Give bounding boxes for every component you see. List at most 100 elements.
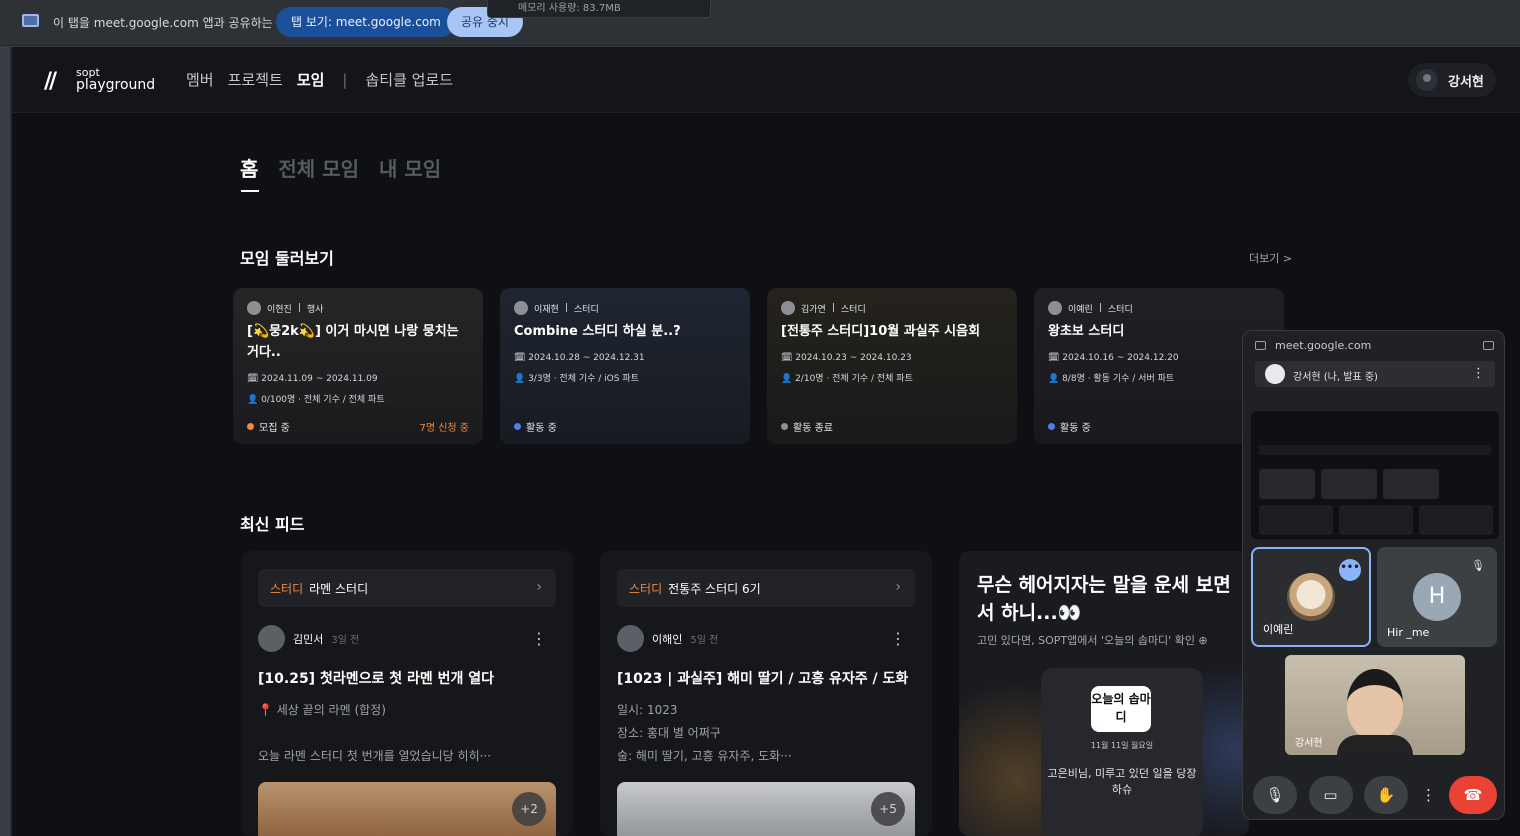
avatar — [258, 625, 285, 652]
feed-group-chip[interactable]: 스터디 전통주 스터디 6기 › — [617, 569, 915, 607]
card-title: [전통주 스터디]10월 과실주 시음회 — [781, 324, 981, 339]
participant-name: Hir _me — [1387, 626, 1430, 639]
top-navigation: // sopt playground 멤버 프로젝트 모임 | 솝티클 업로드 … — [12, 47, 1520, 113]
group-card[interactable]: 이재현 | 스터디 Combine 스터디 하실 분..? 🗓 2024.10.28… — [500, 288, 750, 444]
screen-share-icon — [22, 14, 39, 27]
feed-card[interactable]: 스터디 라멘 스터디 › 김민서 3일 전 ⋮ [10.25] 첫라멘으로 첫 라멘 … — [241, 551, 573, 836]
more-options-icon[interactable]: ⋮ — [1420, 776, 1438, 814]
meet-pip-window: meet.google.com 강서현 (나, 발표 중) ⋮ ••• 이예린 … — [1242, 330, 1505, 820]
card-dates: 🗓 2024.11.09 ~ 2024.11.09 — [247, 374, 378, 384]
more-options-icon[interactable]: ⋮ — [890, 629, 906, 648]
avatar — [617, 625, 644, 652]
avatar: H — [1413, 573, 1461, 621]
status-badge: 활동 중 — [514, 419, 557, 434]
avatar — [514, 301, 528, 315]
status-badge: 활동 중 — [1048, 419, 1091, 434]
feed-author: 이해인 5일 전 — [617, 625, 718, 652]
feed-section-title: 최신 피드 — [240, 515, 305, 534]
mic-icon[interactable]: 🎙 — [1253, 776, 1297, 814]
promo-banner[interactable]: 무슨 헤어지자는 말을 운세 보면서 하니...👀 고민 있다면, SOPT앱에… — [959, 551, 1249, 836]
site-settings-icon — [1255, 341, 1266, 350]
user-profile-button[interactable]: 강서현 — [1408, 63, 1496, 97]
self-camera-tile: 강서현 — [1285, 655, 1465, 755]
feed-line: 술: 해미 딸기, 고흥 유자주, 도화··· — [617, 749, 792, 763]
group-card[interactable]: 이현진 | 행사 [💫뭉2k💫] 이거 마시면 나랑 뭉치는 거다.. 🗓 2024… — [233, 288, 483, 444]
promo-badge: 오늘의 솝마디 — [1091, 686, 1151, 732]
feed-line: 📍 세상 끝의 라멘 (합정) — [258, 703, 386, 717]
tab-my-groups[interactable]: 내 모임 — [379, 153, 441, 182]
feed-line: 장소: 홍대 별 어쩌구 — [617, 726, 721, 740]
card-author: 이현진 — [267, 304, 292, 315]
card-title: [💫뭉2k💫] 이거 마시면 나랑 뭉치는 거다.. — [247, 324, 459, 360]
avatar — [781, 301, 795, 315]
card-category: 스터디 — [573, 304, 599, 315]
feed-author: 김민서 3일 전 — [258, 625, 359, 652]
promo-message: 고은비님, 미루고 있던 일을 당장 하슈 — [1047, 767, 1197, 796]
card-dates: 🗓 2024.10.16 ~ 2024.12.20 — [1048, 353, 1179, 363]
participant-tile[interactable]: ••• 이예린 — [1251, 547, 1371, 647]
card-dates: 🗓 2024.10.28 ~ 2024.12.31 — [514, 353, 645, 363]
nav-item-members[interactable]: 멤버 — [186, 69, 214, 90]
logo-text-bottom: playground — [76, 77, 156, 93]
card-category: 스터디 — [1107, 304, 1133, 315]
groups-section-title: 모임 둘러보기 — [240, 249, 334, 268]
more-photos-badge: +2 — [512, 792, 546, 826]
self-name: 강서현 — [1295, 738, 1323, 749]
card-title: 왕초보 스터디 — [1048, 324, 1125, 339]
nav-item-projects[interactable]: 프로젝트 — [228, 69, 283, 90]
feed-title: [10.25] 첫라멘으로 첫 라멘 번개 열다 — [258, 671, 495, 687]
feed-card[interactable]: 스터디 전통주 스터디 6기 › 이해인 5일 전 ⋮ [1023 | 과실주] 해미… — [600, 551, 932, 836]
participant-tile[interactable]: H 🎙 Hir _me — [1377, 547, 1497, 647]
nav-item-upload[interactable]: 솝티클 업로드 — [365, 69, 453, 90]
feed-group-chip[interactable]: 스터디 라멘 스터디 › — [258, 569, 556, 607]
promo-subtitle: 고민 있다면, SOPT앱에서 '오늘의 솝마디' 확인 ⊕ — [977, 634, 1208, 647]
more-options-icon[interactable]: ⋮ — [1472, 366, 1485, 381]
avatar — [1048, 301, 1062, 315]
tab-sharing-bar: 이 탭을 meet.google.com 앱과 공유하는 중 탭 보기: mee… — [0, 0, 1520, 46]
feed-photo[interactable]: +5 — [617, 782, 915, 836]
group-tabs: 홈 전체 모임 내 모임 — [240, 153, 441, 192]
card-title: Combine 스터디 하실 분..? — [514, 324, 681, 339]
mic-off-icon: 🎙 — [1471, 559, 1485, 572]
card-category: 스터디 — [840, 304, 866, 315]
more-options-icon[interactable]: ⋮ — [531, 629, 547, 648]
promo-date: 11월 11일 월요일 — [1090, 741, 1154, 750]
end-call-icon[interactable]: ☎ — [1449, 776, 1497, 814]
avatar — [1287, 573, 1335, 621]
card-members: 👤 8/8명 · 활동 기수 / 서버 파트 — [1048, 374, 1175, 384]
camera-icon[interactable]: ▭ — [1308, 776, 1353, 814]
status-dot — [781, 423, 788, 430]
back-to-tab-icon[interactable] — [1483, 341, 1494, 350]
feed-photo[interactable]: +2 — [258, 782, 556, 836]
logo[interactable]: // sopt playground — [44, 67, 156, 95]
status-badge: 활동 종료 — [781, 419, 833, 434]
card-author: 이예린 — [1068, 304, 1093, 315]
view-tab-button[interactable]: 탭 보기: meet.google.com — [276, 7, 456, 37]
card-members: 👤 2/10명 · 전체 기수 / 전체 파트 — [781, 374, 913, 384]
group-card[interactable]: 김가연 | 스터디 [전통주 스터디]10월 과실주 시음회 🗓 2024.10.2… — [767, 288, 1017, 444]
avatar — [1265, 364, 1285, 384]
user-name: 강서현 — [1448, 74, 1484, 90]
card-category: 행사 — [306, 304, 324, 315]
raise-hand-icon[interactable]: ✋ — [1364, 776, 1408, 814]
logo-mark-icon: // — [44, 69, 57, 94]
sharing-status-text: 이 탭을 meet.google.com 앱과 공유하는 중 — [53, 16, 288, 30]
card-members: 👤 0/100명 · 전체 기수 / 전체 파트 — [247, 395, 385, 405]
more-photos-badge: +5 — [871, 792, 905, 826]
meet-url: meet.google.com — [1275, 339, 1372, 352]
avatar — [247, 301, 261, 315]
memory-usage-tooltip: 메모리 사용량: 83.7MB — [487, 0, 711, 18]
main-nav: 멤버 프로젝트 모임 | 솝티클 업로드 — [186, 69, 453, 90]
status-dot — [514, 423, 521, 430]
nav-item-groups[interactable]: 모임 — [297, 69, 325, 90]
call-controls: 🎙 ▭ ✋ ⋮ ☎ — [1253, 775, 1497, 815]
status-badge: 모집 중 — [247, 419, 290, 434]
tab-all-groups[interactable]: 전체 모임 — [278, 153, 359, 182]
active-tab-indicator — [241, 190, 259, 192]
chevron-right-icon: › — [536, 579, 542, 595]
card-dates: 🗓 2024.10.23 ~ 2024.10.23 — [781, 353, 912, 363]
tab-home[interactable]: 홈 — [240, 153, 258, 182]
more-link[interactable]: 더보기 > — [1249, 250, 1292, 266]
shared-screen-preview — [1251, 411, 1499, 539]
promo-phone-mockup: 오늘의 솝마디 11월 11일 월요일 고은비님, 미루고 있던 일을 당장 하… — [1041, 668, 1203, 836]
